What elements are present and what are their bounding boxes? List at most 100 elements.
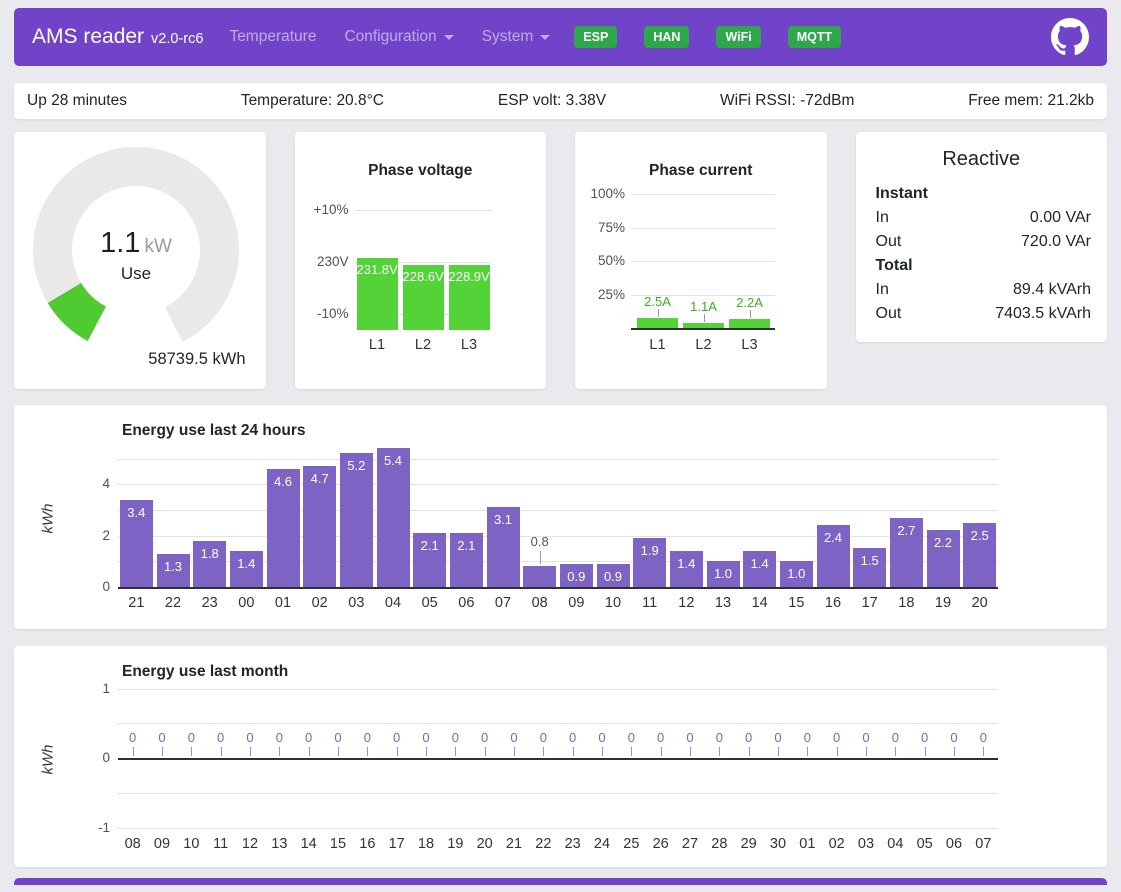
energy-bar-value: 0 [852,730,880,745]
label-leader-line [426,747,427,756]
y-tick-label: 25% [581,287,625,302]
voltage-bar-value: 228.6V [403,269,444,284]
phase-voltage-title: Phase voltage [295,162,547,180]
gridline [118,793,998,794]
energy-24h-ylabel: kWh [40,499,57,539]
gridline [118,689,998,690]
energy-bar-value: 0 [383,730,411,745]
phase-current-card: Phase current 100%75%50%25%2.5AL11.1AL22… [575,132,827,389]
x-tick-label: 16 [352,836,382,852]
reactive-title: Reactive [856,148,1108,171]
x-tick-label: 29 [734,836,764,852]
reactive-row-value: 0.00 VAr [1030,206,1091,230]
x-tick-label: 10 [176,836,206,852]
reactive-row: In 89.4 kVArh [876,278,1092,302]
gridline [631,261,775,262]
x-tick-label: 01 [268,595,298,611]
x-tick-label: L3 [729,337,770,353]
reactive-row-label: In [876,206,889,230]
x-tick-label: 04 [378,595,408,611]
phase-current-title: Phase current [575,162,827,180]
label-leader-line [338,747,339,756]
energy-month-ylabel: kWh [40,740,57,780]
top-cards-row: 1.1kW Use 58739.5 kWh Phase voltage +10%… [14,132,1107,389]
label-leader-line [837,747,838,756]
label-leader-line [133,747,134,756]
y-tick-label: 4 [66,476,110,491]
x-tick-label: L1 [357,337,398,353]
current-bar-L3[interactable] [729,319,770,328]
label-leader-line [778,747,779,756]
x-axis-line [631,328,775,330]
energy-bar-value: 0 [647,730,675,745]
x-tick-label: 22 [158,595,188,611]
energy-bar-value: 4.7 [302,471,338,486]
reactive-section-label: Total [876,254,913,278]
gridline [118,828,998,829]
nav-item-label: Configuration [344,28,436,46]
nav-links: Temperature Configuration System [229,28,550,46]
chevron-down-icon [444,35,454,40]
gridline [631,228,775,229]
voltage-bar-value: 228.9V [449,269,490,284]
energy-bar-value: 5.4 [375,453,411,468]
energy-bar-hour-08[interactable] [523,566,556,587]
x-tick-label: 15 [781,595,811,611]
current-bar-L1[interactable] [637,318,678,328]
x-tick-label: 13 [708,595,738,611]
reactive-row: Out7403.5 kVArh [876,302,1092,326]
energy-bar-value: 0 [705,730,733,745]
total-energy-counter: 58739.5 kWh [148,350,245,369]
x-tick-label: 14 [294,836,324,852]
energy-24h-title: Energy use last 24 hours [122,422,306,440]
x-tick-label: 05 [910,836,940,852]
energy-bar-value: 0 [353,730,381,745]
app-title: AMS reader [32,25,144,49]
statusbar: Up 28 minutesTemperature: 20.8°CESP volt… [14,83,1107,119]
nav-item-configuration[interactable]: Configuration [344,28,453,46]
y-tick-label: 0 [66,579,110,594]
energy-bar-hour-04[interactable] [377,448,410,587]
x-axis-line [118,758,998,760]
x-tick-label: 30 [763,836,793,852]
x-tick-label: 25 [616,836,646,852]
github-link[interactable] [1051,18,1089,56]
energy-bar-value: 1.9 [632,543,668,558]
nav-item-system[interactable]: System [482,28,551,46]
reactive-row-label: Out [876,230,902,254]
energy-bar-value: 1.3 [155,559,191,574]
current-bar-value: 2.2A [729,295,770,310]
energy-bar-value: 0 [793,730,821,745]
energy-bar-value: 0 [471,730,499,745]
reactive-row-value: 89.4 kVArh [1013,278,1091,302]
x-tick-label: 17 [855,595,885,611]
label-leader-line [807,747,808,756]
app-version: v2.0-rc6 [151,31,203,47]
label-leader-line [690,747,691,756]
reactive-row-label: In [876,278,889,302]
label-leader-line [455,747,456,756]
status-item-3: WiFi RSSI: -72dBm [720,92,854,110]
energy-bar-value: 1.4 [668,556,704,571]
energy-bar-value: 0 [148,730,176,745]
x-tick-label: 03 [341,595,371,611]
label-leader-line [397,747,398,756]
reactive-row-label: Out [876,302,902,326]
x-tick-label: 03 [851,836,881,852]
y-tick-label: -10% [305,306,349,321]
y-tick-label: 75% [581,220,625,235]
x-tick-label: 22 [528,836,558,852]
brand[interactable]: AMS reader v2.0-rc6 [32,25,203,49]
label-leader-line [543,747,544,756]
x-tick-label: 28 [704,836,734,852]
label-leader-line [250,747,251,756]
reactive-row-value: 720.0 VAr [1021,230,1091,254]
current-bar-L2[interactable] [683,323,724,328]
energy-bar-hour-03[interactable] [340,453,373,587]
badge-han: HAN [644,26,689,48]
x-tick-label: 23 [195,595,225,611]
x-tick-label: 24 [587,836,617,852]
x-tick-label: 02 [822,836,852,852]
gauge-readout: 1.1kW Use [31,145,241,284]
nav-item-temperature[interactable]: Temperature [229,28,316,46]
